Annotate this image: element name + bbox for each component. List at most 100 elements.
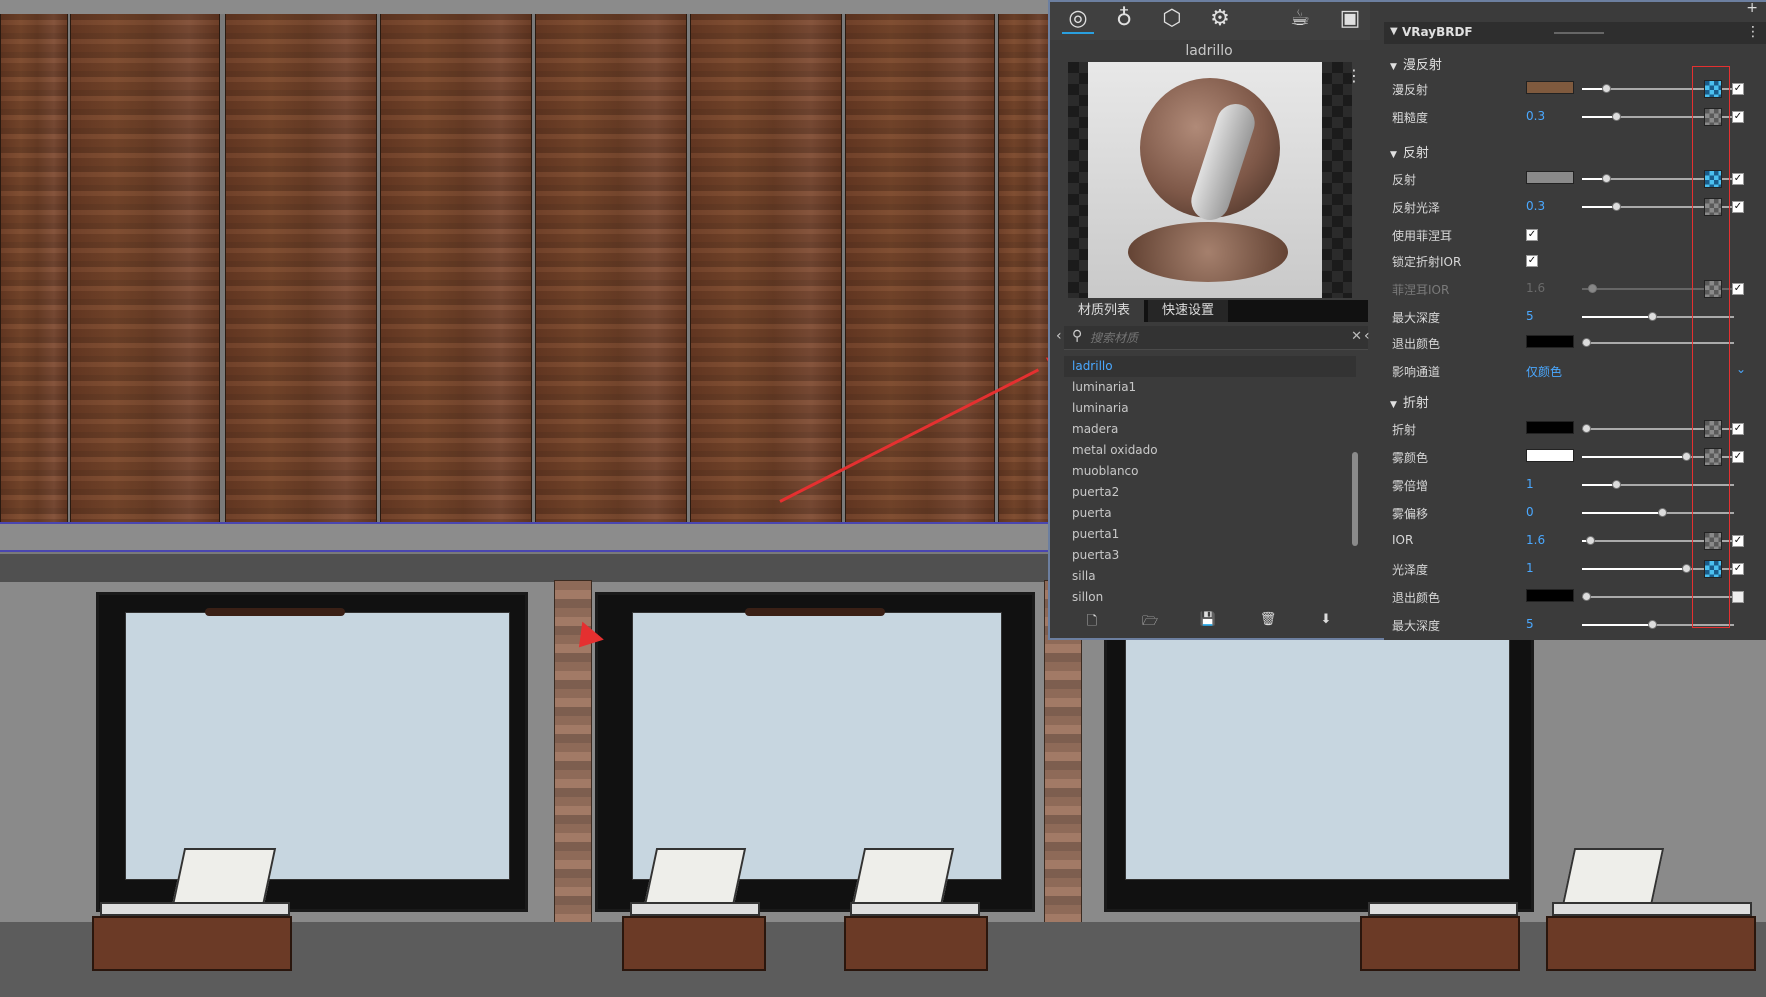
delete-icon[interactable]: 🗑 [1258, 612, 1278, 630]
gloss-checkbox[interactable]: ✓ [1732, 563, 1744, 575]
vray-material-editor[interactable]: ◎ ♁ ⬡ ⚙ ☕ ▣ ladrillo ⋮ 材质列表 快速设置 ‹ ⚲ ✕ ‹ [1048, 0, 1766, 640]
list-item[interactable]: muoblanco [1064, 461, 1356, 482]
roughness-value[interactable]: 0.3 [1526, 109, 1545, 123]
max-depth-label: 最大深度 [1392, 311, 1441, 325]
fog-color-swatch[interactable] [1526, 449, 1574, 462]
list-item[interactable]: puerta3 [1064, 545, 1356, 566]
clear-search-icon[interactable]: ✕ [1351, 329, 1362, 344]
section-diffuse[interactable]: ▼ 漫反射 [1390, 54, 1442, 73]
list-item[interactable]: puerta2 [1064, 482, 1356, 503]
rust-panel [535, 14, 687, 522]
gloss-value[interactable]: 1 [1526, 561, 1534, 575]
add-layer-icon[interactable]: + [1746, 0, 1758, 16]
reflect-checkbox[interactable]: ✓ [1732, 173, 1744, 185]
diffuse-checkbox[interactable]: ✓ [1732, 83, 1744, 95]
roughness-label: 粗糙度 [1392, 111, 1429, 125]
exit-color-swatch[interactable] [1526, 335, 1574, 348]
refract-label: 折射 [1392, 423, 1417, 437]
preview-menu-icon[interactable]: ⋮ [1346, 66, 1362, 85]
affect-channels-value[interactable]: 仅颜色 [1526, 363, 1562, 380]
search-input[interactable] [1090, 328, 1340, 348]
list-item[interactable]: sillon [1064, 587, 1356, 608]
collapse-left-icon[interactable]: ‹ [1056, 328, 1062, 344]
geometry-icon[interactable]: ⬡ [1156, 4, 1188, 34]
fog-color-checkbox[interactable]: ✓ [1732, 451, 1744, 463]
max-depth-value[interactable]: 5 [1526, 309, 1534, 323]
list-item[interactable]: madera [1064, 419, 1356, 440]
concrete-beam [0, 522, 1050, 552]
list-item[interactable]: puerta [1064, 503, 1356, 524]
annotation-highlight-box [1692, 66, 1730, 628]
editor-tabs: 材质列表 快速设置 [1064, 300, 1368, 322]
save-icon[interactable]: 💾 [1198, 612, 1218, 630]
collapse-right-icon[interactable]: ‹ [1364, 328, 1370, 344]
lounger-backrest [1561, 848, 1665, 906]
lounger [622, 916, 766, 971]
teapot-icon[interactable]: ☕ [1284, 4, 1316, 34]
lounger-cushion [1552, 902, 1752, 916]
import-icon[interactable]: ⬇ [1316, 612, 1336, 630]
max-depth-2-label: 最大深度 [1392, 619, 1441, 633]
material-preview [1068, 62, 1352, 298]
fog-bias-value[interactable]: 0 [1526, 505, 1534, 519]
list-item[interactable]: luminaria1 [1064, 377, 1356, 398]
new-file-icon[interactable]: 🗋 [1082, 612, 1102, 630]
header-menu-icon[interactable]: ⋮ [1746, 24, 1760, 40]
material-icon[interactable]: ◎ [1062, 4, 1094, 34]
max-depth-2-value[interactable]: 5 [1526, 617, 1534, 631]
list-item[interactable]: luminaria [1064, 398, 1356, 419]
section-refraction[interactable]: ▼ 折射 [1390, 392, 1429, 411]
list-scrollbar[interactable] [1352, 452, 1358, 546]
refract-checkbox[interactable]: ✓ [1732, 423, 1744, 435]
settings-icon[interactable]: ⚙ [1204, 4, 1236, 34]
lock-ior-label: 锁定折射IOR [1392, 255, 1462, 269]
tab-material-list[interactable]: 材质列表 [1064, 300, 1144, 322]
render-window-icon[interactable]: ▣ [1334, 4, 1366, 34]
lounger [1360, 916, 1520, 971]
refract-color-swatch[interactable] [1526, 421, 1574, 434]
lounger-backrest [171, 848, 277, 906]
reflect-color-swatch[interactable] [1526, 171, 1574, 184]
ior-checkbox[interactable]: ✓ [1732, 535, 1744, 547]
fresnel-ior-checkbox[interactable]: ✓ [1732, 283, 1744, 295]
rust-panel [70, 14, 220, 522]
window-glass [125, 612, 510, 880]
list-actions: 🗋 🗁 💾 🗑 ⬇ [1064, 610, 1368, 632]
use-fresnel-checkbox[interactable]: ✓ [1526, 229, 1538, 241]
lounger [1546, 916, 1756, 971]
lounger [844, 916, 988, 971]
lock-ior-checkbox[interactable]: ✓ [1526, 255, 1538, 267]
list-item[interactable]: silla [1064, 566, 1356, 587]
lounger-cushion [1368, 902, 1518, 916]
light-icon[interactable]: ♁ [1108, 4, 1140, 34]
brdf-header[interactable]: ▼ VRayBRDF ⋮ [1384, 22, 1766, 44]
lounger-backrest [851, 848, 955, 906]
rust-panel [998, 14, 1050, 522]
rust-panel [0, 14, 68, 522]
list-item[interactable]: ladrillo [1064, 356, 1356, 377]
tab-quick-settings[interactable]: 快速设置 [1148, 300, 1228, 322]
lounger-backrest [643, 848, 747, 906]
rust-panel [380, 14, 532, 522]
diffuse-color-swatch[interactable] [1526, 81, 1574, 94]
reflect-gloss-value[interactable]: 0.3 [1526, 199, 1545, 213]
list-item[interactable]: puerta1 [1064, 524, 1356, 545]
fog-color-label: 雾颜色 [1392, 451, 1429, 465]
ceiling-fan [205, 608, 345, 616]
list-item[interactable]: metal oxidado [1064, 440, 1356, 461]
fog-mult-label: 雾倍增 [1392, 479, 1429, 493]
exit-color-2-swatch[interactable] [1526, 589, 1574, 602]
fog-mult-value[interactable]: 1 [1526, 477, 1534, 491]
exit-color-2-checkbox[interactable]: ✓ [1732, 591, 1744, 603]
lounger-cushion [850, 902, 980, 916]
ior-value[interactable]: 1.6 [1526, 533, 1545, 547]
roughness-checkbox[interactable]: ✓ [1732, 111, 1744, 123]
search-icon: ⚲ [1072, 328, 1083, 344]
section-reflection[interactable]: ▼ 反射 [1390, 142, 1429, 161]
reflect-gloss-checkbox[interactable]: ✓ [1732, 201, 1744, 213]
drag-grip[interactable] [1554, 32, 1604, 34]
chevron-down-icon[interactable]: ⌄ [1736, 362, 1746, 376]
rust-panel [225, 14, 377, 522]
rust-panel [845, 14, 995, 522]
open-folder-icon[interactable]: 🗁 [1140, 612, 1160, 630]
